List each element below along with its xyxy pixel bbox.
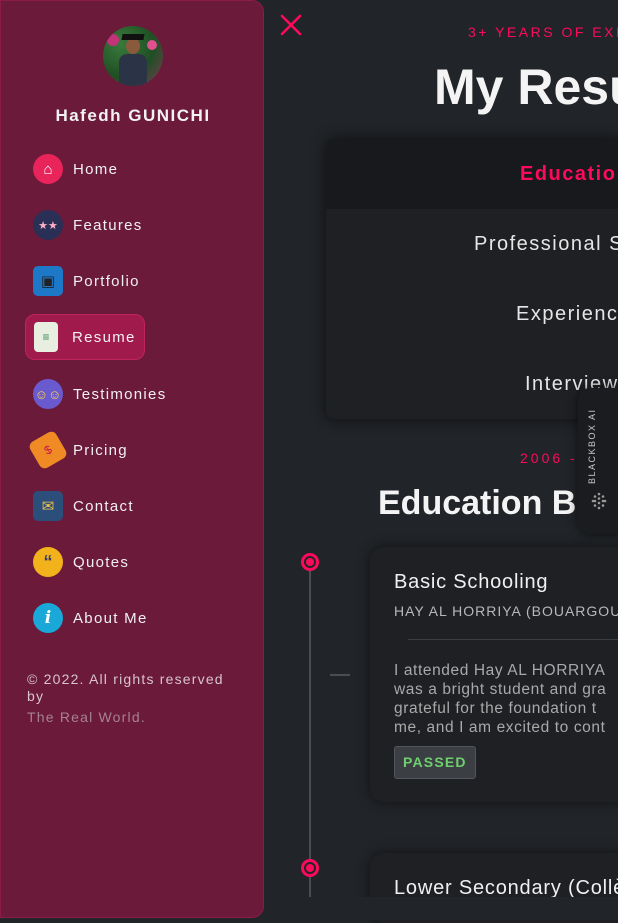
copyright-text: © 2022. All rights reserved by — [27, 671, 224, 704]
avatar-figure — [126, 38, 140, 54]
timeline-card: Basic Schooling HAY AL HORRIYA (BOUARGOU… — [370, 547, 618, 802]
nav-item-quotes[interactable]: “ Quotes — [25, 539, 145, 585]
nav-label: About Me — [73, 609, 148, 627]
status-badge: PASSED — [394, 746, 476, 779]
nav-label: Resume — [72, 328, 136, 346]
close-button[interactable] — [278, 12, 304, 38]
section-title: Education B — [378, 484, 577, 522]
timeline-dot-icon — [301, 859, 319, 877]
nav-label: Quotes — [73, 553, 130, 571]
quotes-icon: “ — [33, 547, 63, 577]
nav-label: Pricing — [73, 441, 128, 459]
people-icon: ☺☺ — [33, 379, 63, 409]
home-icon: ⌂ — [33, 154, 63, 184]
nav-item-resume[interactable]: ≡ Resume — [25, 314, 145, 360]
section-range: 2006 - — [520, 450, 578, 466]
tab-professional-skills[interactable]: Professional S — [326, 209, 618, 279]
viewport-edge — [264, 897, 618, 920]
card-description: I attended Hay AL HORRIYA was a bright s… — [394, 661, 618, 737]
stars-icon: ★★ — [33, 210, 63, 240]
page-subtitle: 3+ YEARS OF EXPE — [468, 24, 618, 40]
cv-icon: ≡ — [34, 322, 58, 352]
tab-label: Educatio — [520, 162, 617, 185]
avatar-figure — [119, 54, 147, 86]
timeline-line — [309, 570, 311, 900]
tab-interview[interactable]: Interview — [326, 349, 618, 419]
nav-item-home[interactable]: ⌂ Home — [25, 146, 145, 192]
page-title: My Resu — [434, 59, 618, 115]
card-description-line: I attended Hay AL HORRIYA — [394, 662, 606, 679]
nav-label: Testimonies — [73, 385, 167, 403]
copyright-link[interactable]: The Real World. — [27, 709, 227, 726]
resume-tabs: Educatio Professional S Experienc Interv… — [326, 139, 618, 419]
card-divider — [408, 639, 618, 640]
nav-label: Home — [73, 160, 119, 178]
contact-icon: ✉ — [33, 491, 63, 521]
nav-item-testimonies[interactable]: ☺☺ Testimonies — [25, 371, 165, 417]
blackbox-widget[interactable]: BLACKBOX AI — [578, 388, 618, 534]
close-icon — [280, 14, 302, 36]
nav-item-features[interactable]: ★★ Features — [25, 202, 145, 248]
blackbox-logo-icon — [591, 492, 607, 510]
card-title: Basic Schooling — [394, 571, 549, 593]
nav-label: Contact — [73, 497, 134, 515]
folder-icon: ▣ — [33, 266, 63, 296]
graduation-cap-icon — [121, 34, 145, 40]
card-subtitle: HAY AL HORRIYA (BOUARGOUB — [394, 603, 618, 619]
tab-education[interactable]: Educatio — [326, 139, 618, 209]
copyright: © 2022. All rights reserved by The Real … — [27, 671, 227, 726]
profile-name: Hafedh GUNICHI — [55, 106, 211, 125]
nav-item-about-me[interactable]: i About Me — [25, 595, 148, 641]
avatar-decoration — [147, 40, 157, 50]
price-tag-icon: $ — [27, 429, 69, 471]
avatar-decoration — [107, 34, 119, 46]
card-description-line: grateful for the foundation t — [394, 700, 597, 717]
card-description-line: me, and I am excited to cont — [394, 719, 606, 736]
avatar[interactable] — [103, 26, 163, 86]
timeline-dot-icon — [301, 553, 319, 571]
nav-item-portfolio[interactable]: ▣ Portfolio — [25, 258, 145, 304]
tab-label: Experienc — [516, 302, 618, 325]
nav-item-contact[interactable]: ✉ Contact — [25, 483, 145, 529]
info-icon: i — [33, 603, 63, 633]
sidebar: Hafedh GUNICHI ⌂ Home ★★ Features ▣ Port… — [0, 0, 264, 918]
card-description-line: was a bright student and gra — [394, 681, 607, 698]
nav-label: Portfolio — [73, 272, 140, 290]
blackbox-label: BLACKBOX AI — [587, 408, 597, 484]
tab-label: Professional S — [474, 232, 618, 255]
nav-label: Features — [73, 216, 143, 234]
tab-experience[interactable]: Experienc — [326, 279, 618, 349]
timeline-connector — [330, 674, 350, 676]
nav-item-pricing[interactable]: $ Pricing — [25, 427, 145, 473]
